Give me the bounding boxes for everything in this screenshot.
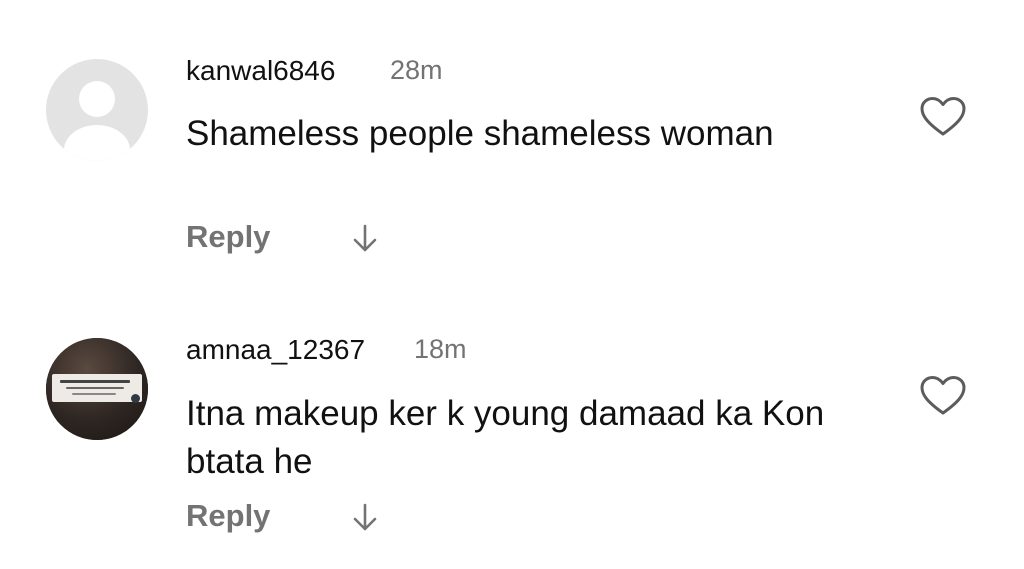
avatar[interactable] xyxy=(46,338,148,440)
comment-item: kanwal6846 28m Shameless people shameles… xyxy=(0,0,1024,285)
heart-outline-icon[interactable] xyxy=(919,374,967,418)
avatar-card-line xyxy=(72,393,116,395)
comment-username[interactable]: amnaa_12367 xyxy=(186,334,365,366)
heart-outline-icon[interactable] xyxy=(919,95,967,139)
reply-button[interactable]: Reply xyxy=(186,219,270,255)
comment-timestamp: 18m xyxy=(414,334,467,364)
avatar-badge-icon xyxy=(131,394,140,403)
avatar-body-shape xyxy=(64,125,130,161)
avatar-card-line xyxy=(60,380,130,383)
comment-timestamp: 28m xyxy=(390,55,443,85)
reply-button[interactable]: Reply xyxy=(186,498,270,534)
avatar-card-image xyxy=(52,374,142,402)
arrow-down-icon[interactable] xyxy=(350,499,380,535)
avatar[interactable] xyxy=(46,59,148,161)
comment-username[interactable]: kanwal6846 xyxy=(186,55,335,87)
comment-item: amnaa_12367 18m Itna makeup ker k young … xyxy=(0,285,1024,569)
comment-text: Shameless people shameless woman xyxy=(186,114,774,153)
comment-text: Itna makeup ker k young damaad ka Kon bt… xyxy=(186,394,825,481)
avatar-card-line xyxy=(66,387,124,389)
arrow-down-icon[interactable] xyxy=(350,220,380,256)
avatar-head-shape xyxy=(79,81,115,117)
